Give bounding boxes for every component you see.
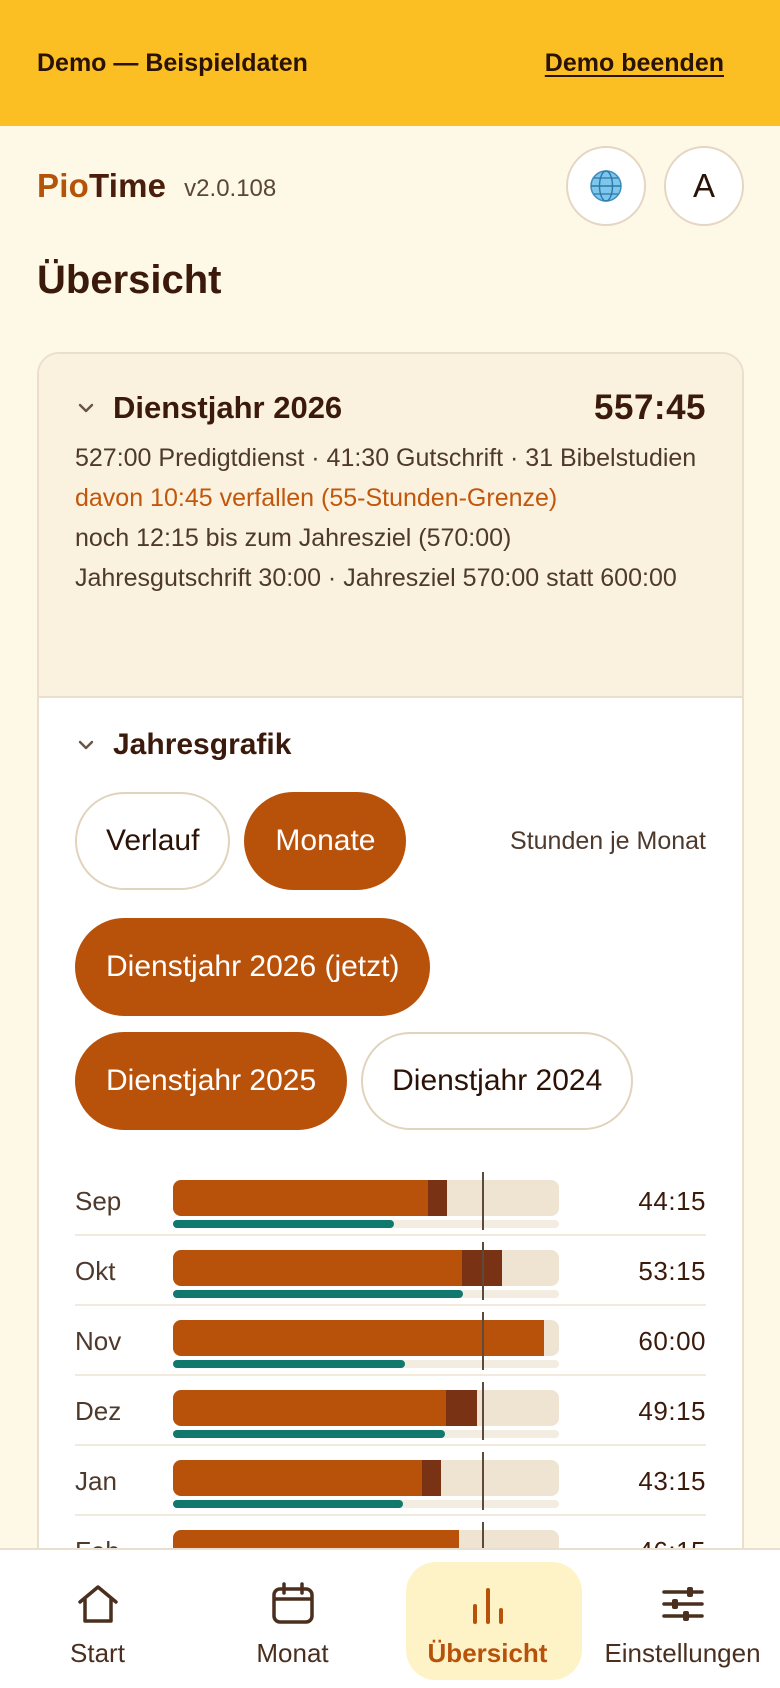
demo-banner-text: Demo — Beispieldaten xyxy=(37,48,308,77)
bar-chart-icon xyxy=(472,1588,503,1624)
bar-previous-year xyxy=(173,1290,463,1298)
bar-ministry-hours xyxy=(173,1460,422,1496)
home-icon xyxy=(77,1585,118,1623)
filter-year-2025[interactable]: Dienstjahr 2025 xyxy=(75,1032,348,1130)
month-label: Jan xyxy=(75,1466,117,1496)
month-label: Dez xyxy=(75,1396,122,1426)
remaining-to-goal: noch 12:15 bis zum Jahresziel (570:00) xyxy=(75,524,512,552)
year-filters-row-2: Dienstjahr 2025 Dienstjahr 2024 xyxy=(75,1032,706,1130)
calendar-icon xyxy=(271,1582,314,1624)
expired-hours-note: davon 10:45 verfallen (55-Stunden-Grenze… xyxy=(75,484,558,512)
year-chart-section: Jahresgrafik Verlauf Monate Stunden je M… xyxy=(39,698,742,1586)
service-year-card: Dienstjahr 2026 557:45 527:00 Predigtdie… xyxy=(37,352,744,1688)
comparison-track xyxy=(173,1500,559,1508)
month-value: 43:15 xyxy=(638,1466,706,1496)
bar-previous-year xyxy=(173,1220,394,1228)
bar-track xyxy=(173,1390,559,1426)
month-label: Nov xyxy=(75,1326,122,1356)
month-row-sep: Sep 44:15 xyxy=(75,1166,706,1236)
comparison-track xyxy=(173,1220,559,1228)
avatar-letter: A xyxy=(692,167,715,204)
month-value: 53:15 xyxy=(638,1256,706,1286)
nav-monat[interactable]: Monat xyxy=(195,1550,390,1688)
bar-track xyxy=(173,1180,559,1216)
comparison-track xyxy=(173,1360,559,1368)
service-year-summary: 527:00 Predigtdienst · 41:30 Gutschrift … xyxy=(75,444,697,472)
credit-goal-note: Jahresgutschrift 30:00 · Jahresziel 570:… xyxy=(75,564,677,592)
month-row-jan: Jan 43:15 xyxy=(75,1446,706,1516)
goal-marker xyxy=(482,1382,484,1440)
month-value: 44:15 xyxy=(638,1186,706,1216)
nav-start-label: Start xyxy=(70,1638,125,1668)
bar-previous-year xyxy=(173,1430,445,1438)
bottom-navigation: Start Monat Übersicht Einstellungen xyxy=(0,1548,780,1688)
page-title: Übersicht xyxy=(37,258,222,302)
year-filters-row-1: Dienstjahr 2026 (jetzt) xyxy=(75,918,706,1016)
comparison-track xyxy=(173,1290,559,1298)
bar-previous-year xyxy=(173,1360,405,1368)
month-row-okt: Okt 53:15 xyxy=(75,1236,706,1306)
sliders-icon xyxy=(661,1587,704,1621)
nav-einstellungen[interactable]: Einstellungen xyxy=(585,1550,780,1688)
bar-ministry-hours xyxy=(173,1390,446,1426)
view-tabs: Verlauf Monate Stunden je Monat xyxy=(75,792,706,890)
service-year-header[interactable]: Dienstjahr 2026 557:45 527:00 Predigtdie… xyxy=(39,354,742,698)
monthly-hours-chart: Sep 44:15 Okt 53:15 Nov 60:00 Dez 49:15 Jan 43:15… xyxy=(75,1166,706,1586)
user-avatar-button[interactable]: A xyxy=(664,146,744,226)
nav-monat-label: Monat xyxy=(256,1638,329,1668)
year-chart-toggle[interactable]: Jahresgrafik xyxy=(75,728,706,762)
nav-start[interactable]: Start xyxy=(0,1550,195,1688)
nav-uebersicht[interactable]: Übersicht xyxy=(390,1550,585,1688)
tab-monate[interactable]: Monate xyxy=(244,792,407,890)
bar-track xyxy=(173,1320,559,1356)
month-value: 49:15 xyxy=(638,1396,706,1426)
app-header: PioTime v2.0.108 A xyxy=(37,144,744,228)
tab-verlauf[interactable]: Verlauf xyxy=(75,792,231,890)
chart-hint: Stunden je Monat xyxy=(510,826,706,855)
demo-banner: Demo — Beispieldaten Demo beenden xyxy=(0,0,780,126)
app-version: v2.0.108 xyxy=(184,175,277,202)
month-label: Sep xyxy=(75,1186,122,1216)
language-button[interactable] xyxy=(566,146,646,226)
bar-previous-year xyxy=(173,1500,403,1508)
bar-ministry-hours xyxy=(173,1250,462,1286)
nav-uebersicht-label: Übersicht xyxy=(427,1638,548,1668)
filter-year-2024[interactable]: Dienstjahr 2024 xyxy=(361,1032,634,1130)
brand-logo: PioTime xyxy=(37,167,167,204)
filter-year-2026[interactable]: Dienstjahr 2026 (jetzt) xyxy=(75,918,431,1016)
bar-credit-hours xyxy=(446,1390,477,1426)
comparison-track xyxy=(173,1430,559,1438)
goal-marker xyxy=(482,1172,484,1230)
bar-credit-hours xyxy=(422,1460,441,1496)
month-row-dez: Dez 49:15 xyxy=(75,1376,706,1446)
bar-credit-hours xyxy=(428,1180,447,1216)
bar-ministry-hours xyxy=(173,1320,544,1356)
nav-einstellungen-label: Einstellungen xyxy=(604,1638,761,1668)
bar-track xyxy=(173,1460,559,1496)
goal-marker xyxy=(482,1452,484,1510)
year-chart-title: Jahresgrafik xyxy=(113,728,292,761)
goal-marker xyxy=(482,1312,484,1370)
service-year-total: 557:45 xyxy=(594,388,706,427)
bar-track xyxy=(173,1250,559,1286)
goal-marker xyxy=(482,1242,484,1300)
end-demo-link[interactable]: Demo beenden xyxy=(545,49,724,78)
globe-icon xyxy=(590,170,622,202)
month-value: 60:00 xyxy=(638,1326,706,1356)
month-row-nov: Nov 60:00 xyxy=(75,1306,706,1376)
chevron-down-icon xyxy=(78,403,94,413)
bar-ministry-hours xyxy=(173,1180,428,1216)
month-label: Okt xyxy=(75,1256,116,1286)
chevron-down-icon xyxy=(78,740,94,750)
service-year-title: Dienstjahr 2026 xyxy=(113,390,343,425)
